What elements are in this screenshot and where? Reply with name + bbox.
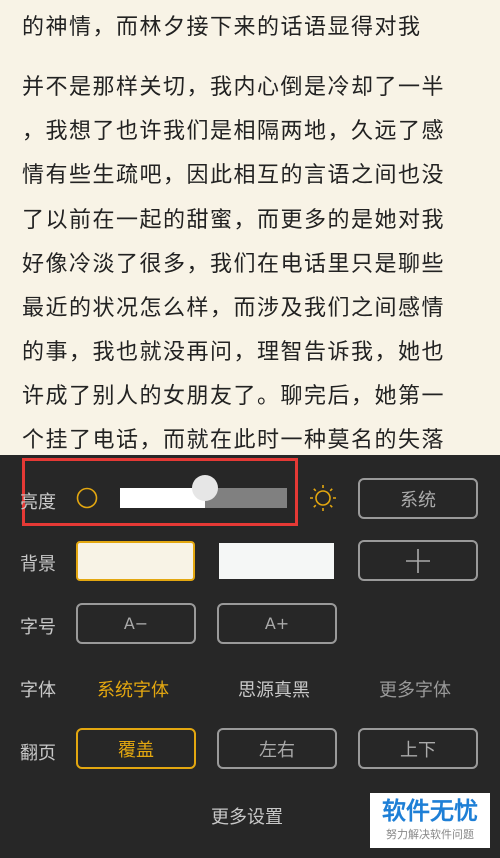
font-option-system[interactable]: 系统字体 xyxy=(97,676,169,702)
font-size-label: 字号 xyxy=(20,617,56,638)
background-option-white[interactable] xyxy=(219,543,334,579)
font-increase-button[interactable]: A+ xyxy=(217,603,337,644)
font-decrease-button[interactable]: A− xyxy=(76,603,196,644)
page-turn-label: 翻页 xyxy=(20,743,56,764)
text-line: 并不是那样关切，我内心倒是冷却了一半 xyxy=(22,75,446,100)
brightness-slider[interactable] xyxy=(120,475,287,508)
more-settings-link[interactable]: 更多设置 xyxy=(211,803,283,829)
text-line: 许成了别人的女朋友了。聊完后，她第一 xyxy=(22,384,446,409)
text-line: 好像冷淡了很多，我们在电话里只是聊些 xyxy=(22,252,446,277)
text-line: 最近的状况怎么样，而涉及我们之间感情 xyxy=(22,296,446,321)
text-line: 了以前在一起的甜蜜，而更多的是她对我 xyxy=(22,208,446,233)
page-turn-scroll-button[interactable]: 上下 xyxy=(358,728,478,769)
text-line: 的神情，而林夕接下来的话语显得对我 xyxy=(22,15,422,40)
font-option-more[interactable]: 更多字体 xyxy=(379,676,451,702)
text-line: 情有些生疏吧，因此相互的言语之间也没 xyxy=(22,163,446,188)
plus-icon xyxy=(406,548,430,573)
page-turn-slide-button[interactable]: 左右 xyxy=(217,728,337,769)
text-line: 的事，我也就没再问，理智告诉我，她也 xyxy=(22,340,446,365)
reader-page[interactable]: 的神情，而林夕接下来的话语显得对我 并不是那样关切，我内心倒是冷却了一半 ，我想… xyxy=(0,0,500,455)
watermark-logo: 软件无忧 努力解决软件问题 xyxy=(370,793,490,848)
brightness-low-icon[interactable] xyxy=(76,487,98,509)
font-option-siyuan[interactable]: 思源真黑 xyxy=(238,676,310,702)
text-line: ，我想了也许我们是相隔两地，久远了感 xyxy=(22,119,446,144)
system-brightness-button[interactable]: 系统 xyxy=(358,478,478,519)
font-label: 字体 xyxy=(20,680,56,701)
watermark-subtitle: 努力解决软件问题 xyxy=(386,828,474,841)
add-background-button[interactable] xyxy=(358,540,478,581)
text-line: 个挂了电话，而就在此时一种莫名的失落 xyxy=(22,428,446,453)
background-option-cream[interactable] xyxy=(76,541,195,581)
settings-panel: 亮度 系统 背景 字号 A− A+ 字体 系统字体 思源真黑 更多字体 翻页 覆… xyxy=(0,455,500,858)
brightness-knob[interactable] xyxy=(192,475,219,501)
brightness-high-icon[interactable] xyxy=(309,484,337,512)
page-turn-cover-button[interactable]: 覆盖 xyxy=(76,728,196,769)
background-label: 背景 xyxy=(20,554,56,575)
brightness-label: 亮度 xyxy=(20,492,56,513)
watermark-title: 软件无忧 xyxy=(382,797,478,825)
